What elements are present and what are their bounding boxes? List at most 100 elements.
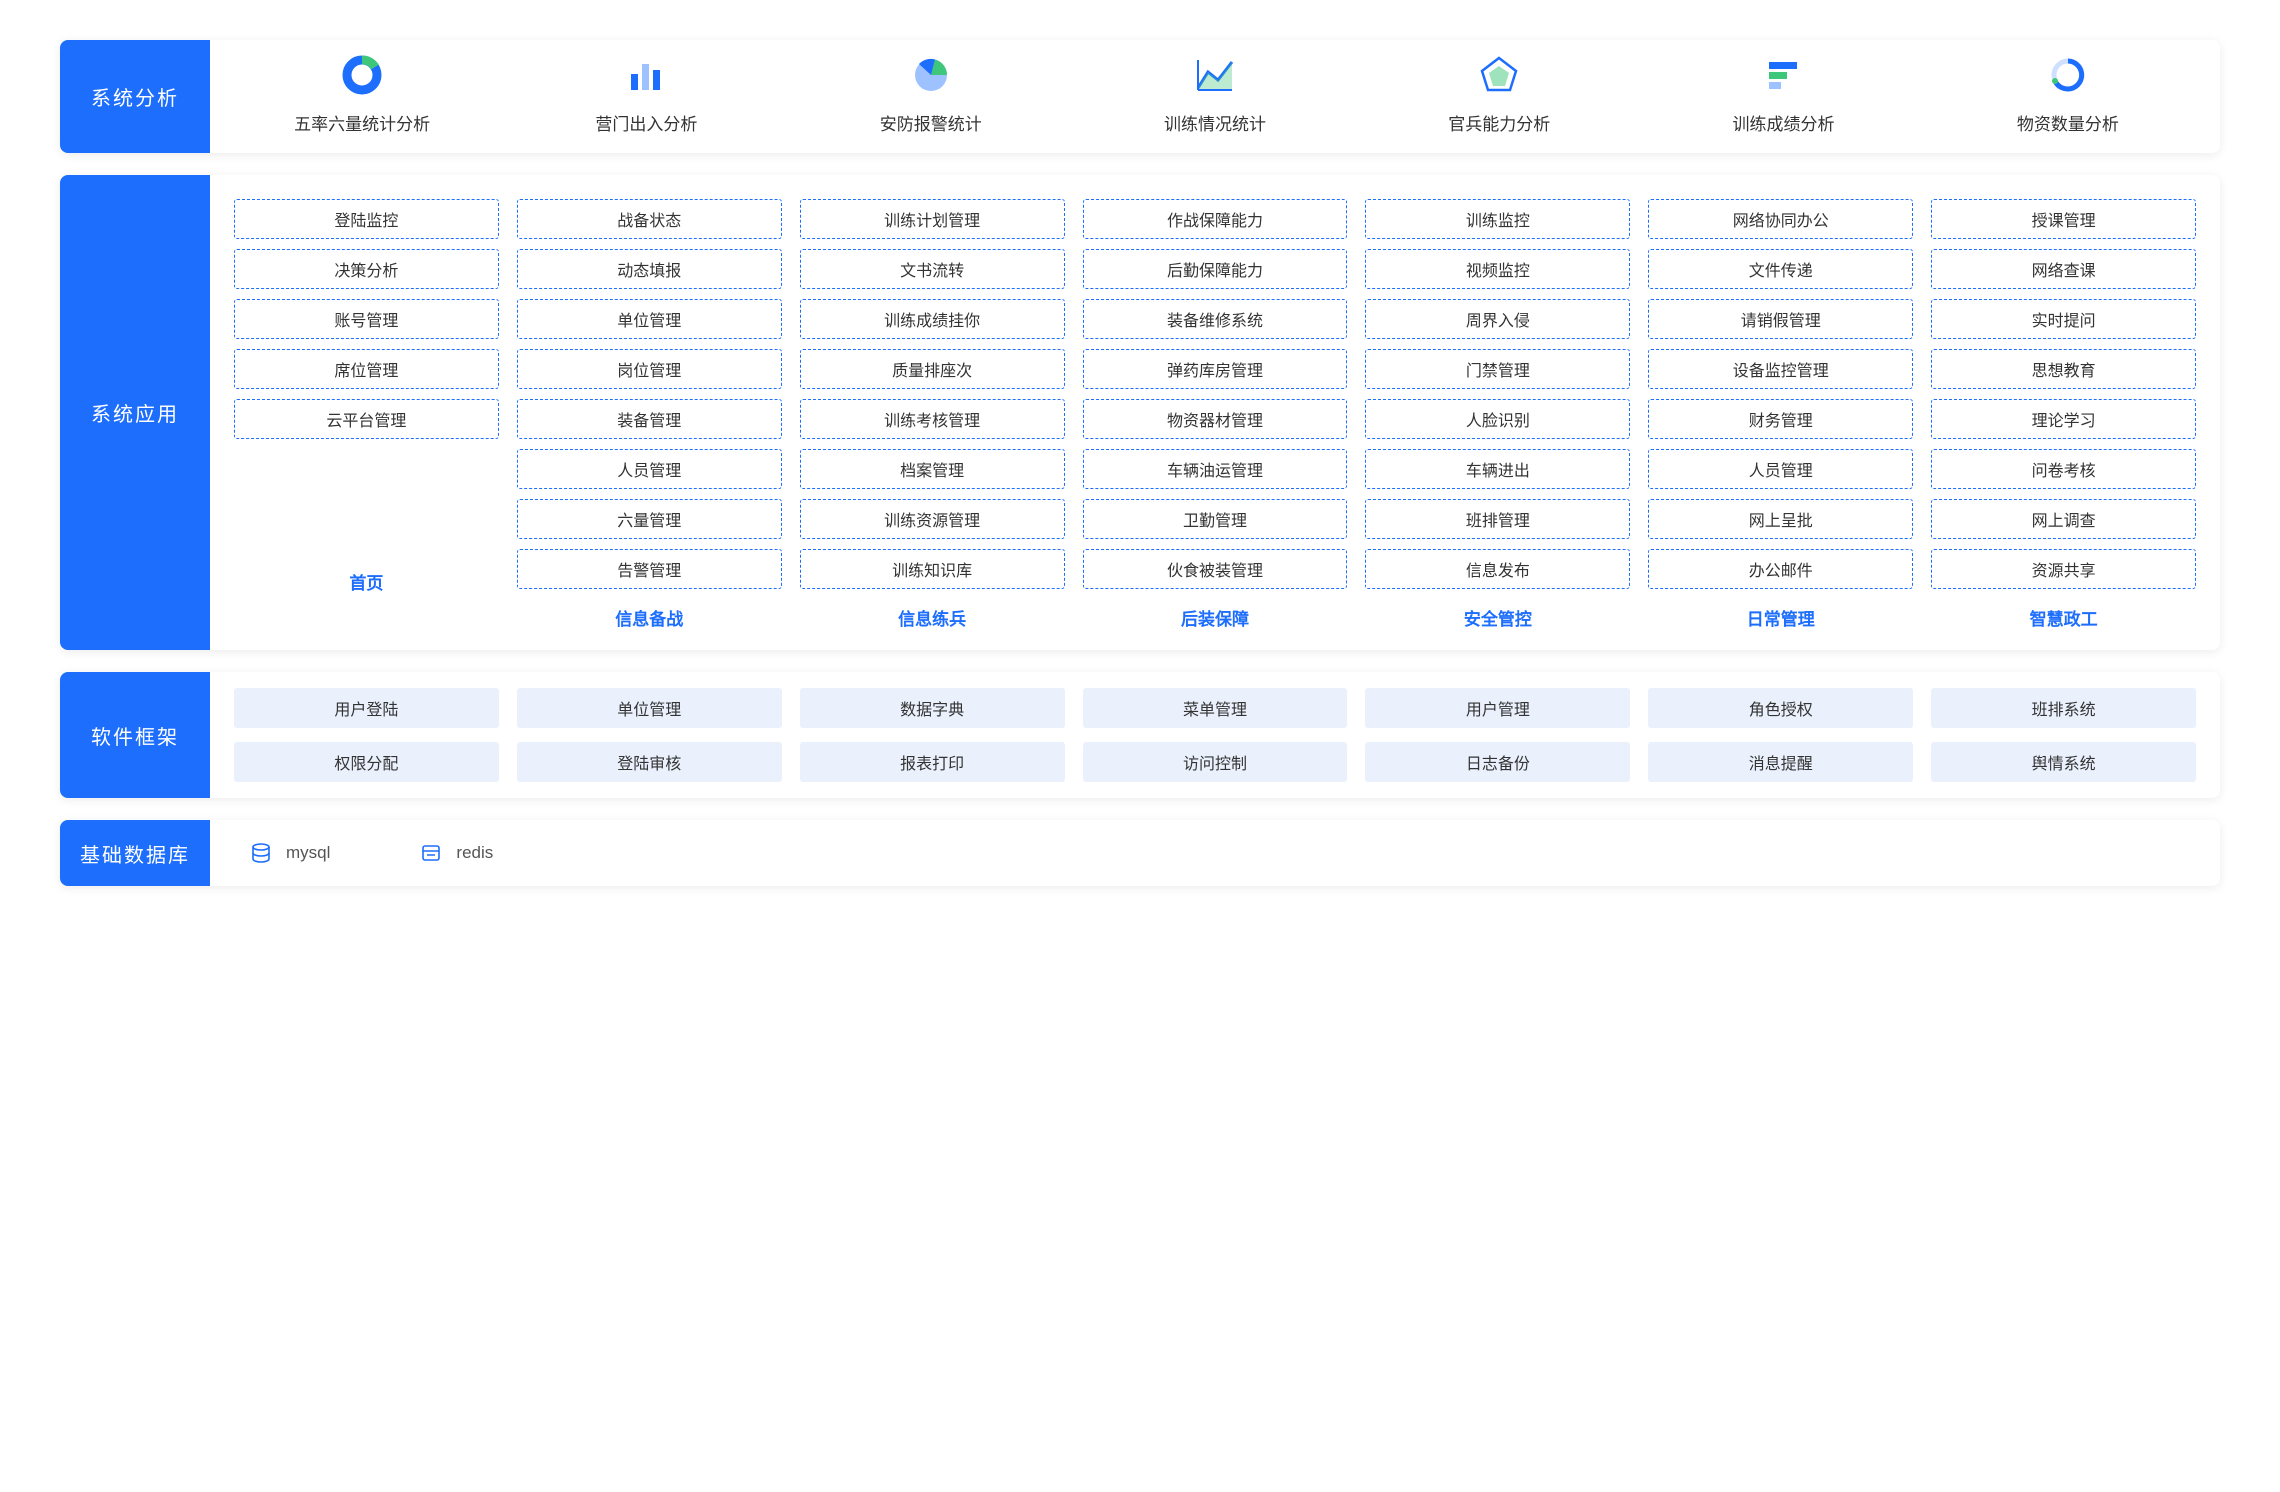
app-chip[interactable]: 资源共享 bbox=[1931, 549, 2196, 589]
app-chip[interactable]: 卫勤管理 bbox=[1083, 499, 1348, 539]
app-chip[interactable]: 请销假管理 bbox=[1648, 299, 1913, 339]
app-chip[interactable]: 实时提问 bbox=[1931, 299, 2196, 339]
app-column: 登陆监控决策分析账号管理席位管理云平台管理首页 bbox=[234, 199, 499, 630]
app-chip[interactable]: 设备监控管理 bbox=[1648, 349, 1913, 389]
framework-chip[interactable]: 角色授权 bbox=[1648, 688, 1913, 728]
app-chip[interactable]: 后勤保障能力 bbox=[1083, 249, 1348, 289]
app-chip[interactable]: 网络查课 bbox=[1931, 249, 2196, 289]
app-chip[interactable]: 档案管理 bbox=[800, 449, 1065, 489]
app-chip[interactable]: 作战保障能力 bbox=[1083, 199, 1348, 239]
app-chip[interactable]: 文件传递 bbox=[1648, 249, 1913, 289]
app-chip[interactable]: 训练监控 bbox=[1365, 199, 1630, 239]
analysis-item[interactable]: 训练成绩分析 bbox=[1641, 54, 1925, 135]
app-chip[interactable]: 训练计划管理 bbox=[800, 199, 1065, 239]
app-chip[interactable]: 弹药库房管理 bbox=[1083, 349, 1348, 389]
app-chip[interactable]: 文书流转 bbox=[800, 249, 1065, 289]
app-chip[interactable]: 战备状态 bbox=[517, 199, 782, 239]
framework-chip[interactable]: 日志备份 bbox=[1365, 742, 1630, 782]
section-apps-label: 系统应用 bbox=[60, 175, 210, 650]
section-apps: 系统应用 登陆监控决策分析账号管理席位管理云平台管理首页战备状态动态填报单位管理… bbox=[60, 175, 2220, 650]
app-chip[interactable]: 装备管理 bbox=[517, 399, 782, 439]
apps-body: 登陆监控决策分析账号管理席位管理云平台管理首页战备状态动态填报单位管理岗位管理装… bbox=[210, 175, 2220, 650]
framework-chip[interactable]: 登陆审核 bbox=[517, 742, 782, 782]
app-chip[interactable]: 训练成绩挂你 bbox=[800, 299, 1065, 339]
app-chip[interactable]: 理论学习 bbox=[1931, 399, 2196, 439]
app-chip[interactable]: 训练知识库 bbox=[800, 549, 1065, 589]
app-chip[interactable]: 岗位管理 bbox=[517, 349, 782, 389]
app-chip[interactable]: 云平台管理 bbox=[234, 399, 499, 439]
app-chip[interactable]: 网络协同办公 bbox=[1648, 199, 1913, 239]
framework-chip[interactable]: 菜单管理 bbox=[1083, 688, 1348, 728]
app-chip[interactable]: 思想教育 bbox=[1931, 349, 2196, 389]
analysis-item[interactable]: 五率六量统计分析 bbox=[220, 54, 504, 135]
analysis-item[interactable]: 物资数量分析 bbox=[1926, 54, 2210, 135]
app-chip[interactable]: 人脸识别 bbox=[1365, 399, 1630, 439]
app-chip[interactable]: 伙食被装管理 bbox=[1083, 549, 1348, 589]
app-column-footer[interactable]: 安全管控 bbox=[1464, 605, 1532, 630]
app-chip[interactable]: 训练资源管理 bbox=[800, 499, 1065, 539]
app-chip[interactable]: 网上调查 bbox=[1931, 499, 2196, 539]
app-chip[interactable]: 车辆进出 bbox=[1365, 449, 1630, 489]
app-chip[interactable]: 财务管理 bbox=[1648, 399, 1913, 439]
app-chip[interactable]: 席位管理 bbox=[234, 349, 499, 389]
app-chip[interactable]: 动态填报 bbox=[517, 249, 782, 289]
framework-chip[interactable]: 访问控制 bbox=[1083, 742, 1348, 782]
app-chip[interactable]: 视频监控 bbox=[1365, 249, 1630, 289]
framework-chip[interactable]: 舆情系统 bbox=[1931, 742, 2196, 782]
section-analysis-label: 系统分析 bbox=[60, 40, 210, 153]
database-body: mysql redis bbox=[210, 820, 2220, 886]
app-chip[interactable]: 门禁管理 bbox=[1365, 349, 1630, 389]
analysis-item-label: 安防报警统计 bbox=[880, 110, 982, 135]
analysis-item-label: 营门出入分析 bbox=[595, 110, 697, 135]
app-chip[interactable]: 办公邮件 bbox=[1648, 549, 1913, 589]
analysis-item-label: 五率六量统计分析 bbox=[294, 110, 430, 135]
section-database-label: 基础数据库 bbox=[60, 820, 210, 886]
database-item-label: mysql bbox=[286, 843, 330, 863]
analysis-item-label: 官兵能力分析 bbox=[1448, 110, 1550, 135]
analysis-item[interactable]: 营门出入分析 bbox=[504, 54, 788, 135]
app-chip[interactable]: 班排管理 bbox=[1365, 499, 1630, 539]
app-chip[interactable]: 装备维修系统 bbox=[1083, 299, 1348, 339]
analysis-item[interactable]: 官兵能力分析 bbox=[1357, 54, 1641, 135]
app-chip[interactable]: 账号管理 bbox=[234, 299, 499, 339]
analysis-item-label: 训练情况统计 bbox=[1164, 110, 1266, 135]
app-chip[interactable]: 训练考核管理 bbox=[800, 399, 1065, 439]
framework-chip[interactable]: 用户管理 bbox=[1365, 688, 1630, 728]
app-column-footer[interactable]: 首页 bbox=[349, 569, 383, 594]
app-chip[interactable]: 周界入侵 bbox=[1365, 299, 1630, 339]
analysis-item[interactable]: 安防报警统计 bbox=[789, 54, 1073, 135]
app-column: 训练计划管理文书流转训练成绩挂你质量排座次训练考核管理档案管理训练资源管理训练知… bbox=[800, 199, 1065, 630]
app-chip[interactable]: 车辆油运管理 bbox=[1083, 449, 1348, 489]
framework-chip[interactable]: 用户登陆 bbox=[234, 688, 499, 728]
pie-icon bbox=[910, 54, 952, 96]
penta-icon bbox=[1478, 54, 1520, 96]
framework-chip[interactable]: 权限分配 bbox=[234, 742, 499, 782]
app-column-footer[interactable]: 信息练兵 bbox=[898, 605, 966, 630]
app-chip[interactable]: 物资器材管理 bbox=[1083, 399, 1348, 439]
app-column-footer[interactable]: 后装保障 bbox=[1181, 605, 1249, 630]
framework-chip[interactable]: 报表打印 bbox=[800, 742, 1065, 782]
app-chip[interactable]: 告警管理 bbox=[517, 549, 782, 589]
framework-chip[interactable]: 消息提醒 bbox=[1648, 742, 1913, 782]
app-chip[interactable]: 问卷考核 bbox=[1931, 449, 2196, 489]
app-chip[interactable]: 信息发布 bbox=[1365, 549, 1630, 589]
app-chip[interactable]: 质量排座次 bbox=[800, 349, 1065, 389]
app-column-footer[interactable]: 日常管理 bbox=[1747, 605, 1815, 630]
ring-icon bbox=[2047, 54, 2089, 96]
app-chip[interactable]: 人员管理 bbox=[517, 449, 782, 489]
framework-chip[interactable]: 数据字典 bbox=[800, 688, 1065, 728]
app-chip[interactable]: 六量管理 bbox=[517, 499, 782, 539]
app-chip[interactable]: 授课管理 bbox=[1931, 199, 2196, 239]
framework-chip[interactable]: 班排系统 bbox=[1931, 688, 2196, 728]
app-chip[interactable]: 单位管理 bbox=[517, 299, 782, 339]
app-chip[interactable]: 决策分析 bbox=[234, 249, 499, 289]
app-chip[interactable]: 网上呈批 bbox=[1648, 499, 1913, 539]
app-column-footer[interactable]: 信息备战 bbox=[615, 605, 683, 630]
area-icon bbox=[1194, 54, 1236, 96]
app-column-footer[interactable]: 智慧政工 bbox=[2030, 605, 2098, 630]
app-chip[interactable]: 人员管理 bbox=[1648, 449, 1913, 489]
framework-chip[interactable]: 单位管理 bbox=[517, 688, 782, 728]
analysis-items: 五率六量统计分析 营门出入分析 安防报警统计 训练情况统计 官兵能力分析 训练成… bbox=[210, 40, 2220, 153]
app-chip[interactable]: 登陆监控 bbox=[234, 199, 499, 239]
analysis-item[interactable]: 训练情况统计 bbox=[1073, 54, 1357, 135]
